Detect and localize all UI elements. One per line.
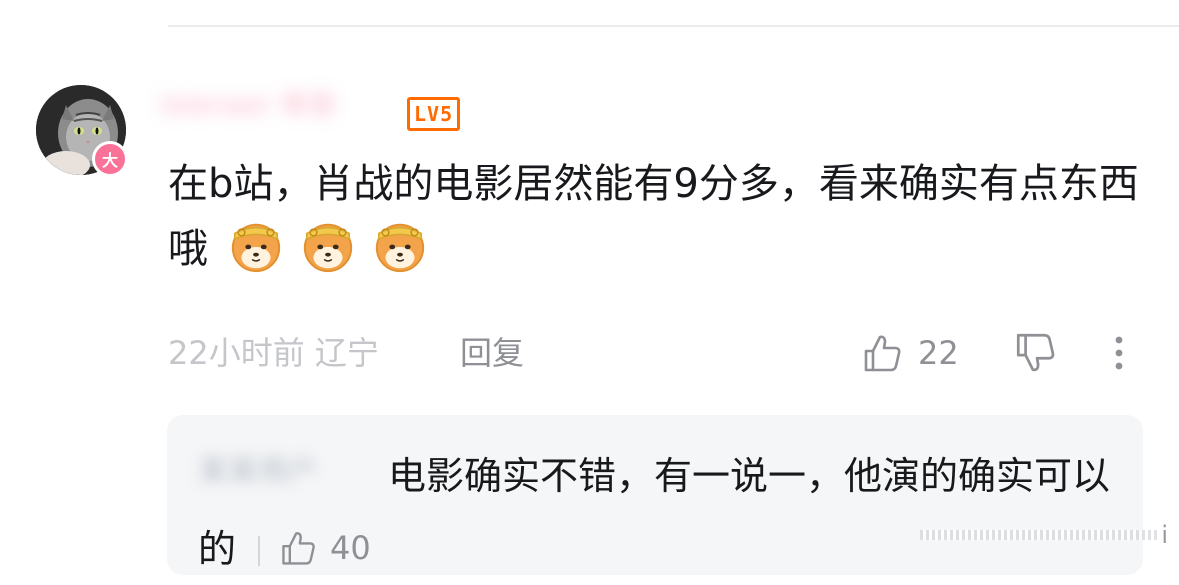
doge-emoji-icon (375, 223, 424, 273)
like-button[interactable]: 22 (860, 330, 959, 376)
comment-time-location: 22小时前 辽宁 (168, 334, 379, 372)
more-options-button[interactable] (1104, 332, 1134, 374)
comment-username[interactable]: Islenaer 单身 (160, 88, 395, 122)
like-count: 22 (918, 334, 959, 372)
reply-separator (258, 536, 261, 566)
watermark: i (920, 521, 1170, 549)
dislike-button[interactable] (1012, 330, 1058, 376)
reply-like-count: 40 (330, 529, 371, 567)
reply-button[interactable]: 回复 (460, 333, 524, 373)
comment-content: 在b站，肖战的电影居然能有9分多，看来确实有点东西哦 (168, 152, 1148, 281)
thumbs-down-icon (1016, 333, 1055, 372)
reply-content: 电影确实不错，有一说一，他演的确实可以的 40 (198, 440, 1128, 585)
watermark-mark: i (1161, 521, 1170, 549)
more-vertical-icon (1115, 336, 1123, 370)
thumbs-up-icon (282, 532, 315, 565)
level-badge: LV5 (407, 97, 461, 131)
thumbs-up-icon (864, 335, 901, 372)
vip-badge: 大 (92, 141, 128, 177)
doge-emoji-icon (231, 223, 280, 273)
watermark-pattern (920, 530, 1158, 540)
top-divider (168, 25, 1179, 27)
doge-emoji-icon (303, 223, 352, 273)
reply-like-button[interactable]: 40 (278, 512, 371, 584)
